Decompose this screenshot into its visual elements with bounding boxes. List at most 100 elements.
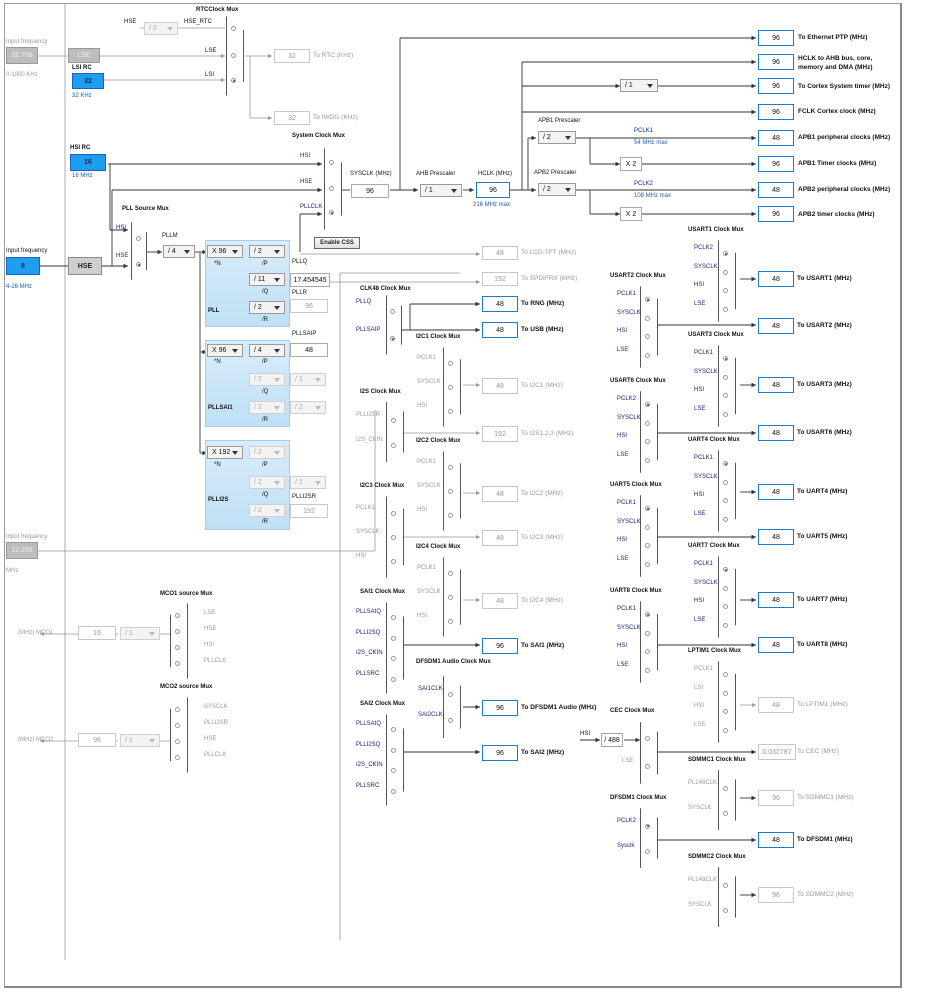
pllm-dropdown[interactable]: / 4	[163, 245, 195, 258]
lse-button[interactable]: LSE	[68, 48, 100, 63]
output-ethernet-ptp-value[interactable]: 96	[758, 30, 794, 46]
sysmux-radio-hse[interactable]	[329, 186, 334, 191]
usart3-radio-0[interactable]	[723, 356, 728, 362]
usart2-output-value[interactable]: 48	[758, 318, 794, 334]
sai2-radio-1[interactable]	[391, 747, 396, 753]
hse-frequency-input[interactable]: 8	[6, 257, 40, 275]
pllsrc-radio-hsi[interactable]	[136, 236, 141, 241]
mco1-radio-3[interactable]	[175, 661, 180, 666]
uart5-radio-3[interactable]	[645, 561, 650, 567]
ext-frequency-input[interactable]: 12.288	[6, 542, 38, 559]
uart4-radio-0[interactable]	[723, 461, 728, 467]
apb2-prescaler-dropdown[interactable]: / 2	[538, 183, 576, 196]
usart3-output-value[interactable]: 48	[758, 377, 794, 393]
i2c4-radio-1[interactable]	[448, 595, 453, 600]
mco2-radio-3[interactable]	[175, 755, 180, 760]
usart2-radio-0[interactable]	[645, 297, 650, 303]
uart7-radio-1[interactable]	[723, 585, 728, 591]
usart6-radio-1[interactable]	[645, 420, 650, 426]
usart1-radio-3[interactable]	[723, 306, 728, 312]
uart8-radio-0[interactable]	[645, 612, 650, 618]
usart1-radio-0[interactable]	[723, 251, 728, 257]
usart3-radio-3[interactable]	[723, 411, 728, 417]
pllsai-r-dropdown[interactable]: / 2	[249, 401, 285, 414]
sai1-radio-1[interactable]	[391, 635, 396, 641]
uart8-radio-3[interactable]	[645, 667, 650, 673]
mco2-radio-2[interactable]	[175, 739, 180, 744]
uart4-radio-3[interactable]	[723, 516, 728, 522]
sdmmc1-clock-mux[interactable]	[718, 770, 736, 830]
uart5-output-value[interactable]: 48	[758, 529, 794, 545]
mco1-radio-0[interactable]	[175, 613, 180, 618]
rtc-radio-lsi[interactable]	[231, 78, 236, 83]
uart4-output-value[interactable]: 48	[758, 484, 794, 500]
sysmux-radio-pllclk[interactable]	[329, 210, 334, 215]
plli2s-q2-dropdown[interactable]: / 1	[290, 476, 326, 489]
plli2s-n-dropdown[interactable]: X 192	[207, 446, 243, 459]
sai2-output-value[interactable]: 96	[482, 745, 518, 761]
uart8-output-value[interactable]: 48	[758, 637, 794, 653]
dfsdm_audio-output-value[interactable]: 96	[482, 700, 518, 716]
pll-q-dropdown[interactable]: / 11	[249, 273, 285, 286]
dfsdm1-clock-mux[interactable]	[640, 808, 658, 868]
i2c2-radio-2[interactable]	[448, 512, 453, 518]
output-cortex-timer-value[interactable]: 96	[758, 78, 794, 94]
usart2-radio-3[interactable]	[645, 352, 650, 358]
pllsai-p-dropdown[interactable]: / 4	[249, 344, 285, 357]
mco1-radio-1[interactable]	[175, 629, 180, 634]
plli2s-p-dropdown[interactable]: / 2	[249, 446, 285, 459]
lptim1-radio-1[interactable]	[723, 690, 728, 696]
output-apb2-timer-value[interactable]: 96	[758, 206, 794, 222]
sdmmc1-radio-0[interactable]	[723, 785, 728, 791]
dfsdm_audio-clock-mux[interactable]	[443, 676, 461, 738]
usart6-radio-3[interactable]	[645, 457, 650, 463]
mco2-radio-0[interactable]	[175, 707, 180, 712]
output-apb2-periph-value[interactable]: 48	[758, 182, 794, 198]
uart7-radio-0[interactable]	[723, 567, 728, 573]
lse-frequency-input[interactable]: 32.768	[6, 47, 38, 64]
cec-radio-hsi[interactable]	[645, 736, 650, 741]
i2c1-radio-2[interactable]	[448, 408, 453, 414]
cec-clock-mux[interactable]	[640, 722, 658, 784]
sdmmc1-radio-1[interactable]	[723, 810, 728, 816]
output-fclk-value[interactable]: 96	[758, 104, 794, 120]
i2c3-radio-1[interactable]	[391, 535, 396, 540]
plli2s-q-dropdown[interactable]: / 2	[249, 476, 285, 489]
clk48-radio-pllsaip[interactable]	[390, 336, 395, 341]
lptim1-radio-3[interactable]	[723, 727, 728, 733]
uart5-radio-0[interactable]	[645, 506, 650, 512]
sdmmc2-clock-mux[interactable]	[718, 867, 736, 927]
usart2-radio-1[interactable]	[645, 315, 650, 321]
usart6-output-value[interactable]: 48	[758, 425, 794, 441]
rng-value[interactable]: 48	[482, 296, 518, 312]
sai1-radio-0[interactable]	[391, 614, 396, 620]
i2c3-radio-0[interactable]	[391, 510, 396, 516]
apb1-prescaler-dropdown[interactable]: / 2	[538, 131, 576, 144]
pll-p-dropdown[interactable]: / 2	[249, 245, 285, 258]
plli2s-r-dropdown[interactable]: / 2	[249, 504, 285, 517]
pll-r-dropdown[interactable]: / 2	[249, 301, 285, 314]
sysmux-radio-hsi[interactable]	[329, 160, 334, 165]
sai2-radio-0[interactable]	[391, 726, 396, 732]
uart4-radio-1[interactable]	[723, 479, 728, 485]
pll-n-dropdown[interactable]: X 96	[207, 245, 243, 258]
hse-button[interactable]: HSE	[68, 257, 102, 275]
clk48-radio-pllq[interactable]	[390, 309, 395, 314]
uart5-radio-1[interactable]	[645, 524, 650, 530]
rtc-radio-hse[interactable]	[231, 26, 236, 31]
mco1-divider-dropdown[interactable]: / 1	[120, 627, 160, 640]
usart1-output-value[interactable]: 48	[758, 271, 794, 287]
pllsai-q-dropdown[interactable]: / 2	[249, 373, 285, 386]
rtc-radio-lse[interactable]	[231, 53, 236, 58]
output-apb1-timer-value[interactable]: 96	[758, 156, 794, 172]
uart8-radio-1[interactable]	[645, 630, 650, 636]
mco1-radio-2[interactable]	[175, 645, 180, 650]
pllsai-q2-dropdown[interactable]: / 1	[290, 373, 326, 386]
sdmmc2-radio-0[interactable]	[723, 882, 728, 888]
pllsai-r2-dropdown[interactable]: / 2	[290, 401, 326, 414]
pllsai-n-dropdown[interactable]: X 96	[207, 344, 243, 357]
i2c2-radio-1[interactable]	[448, 489, 453, 494]
lptim1-radio-0[interactable]	[723, 672, 728, 678]
usart3-radio-1[interactable]	[723, 374, 728, 380]
mco2-divider-dropdown[interactable]: / 1	[120, 734, 160, 747]
